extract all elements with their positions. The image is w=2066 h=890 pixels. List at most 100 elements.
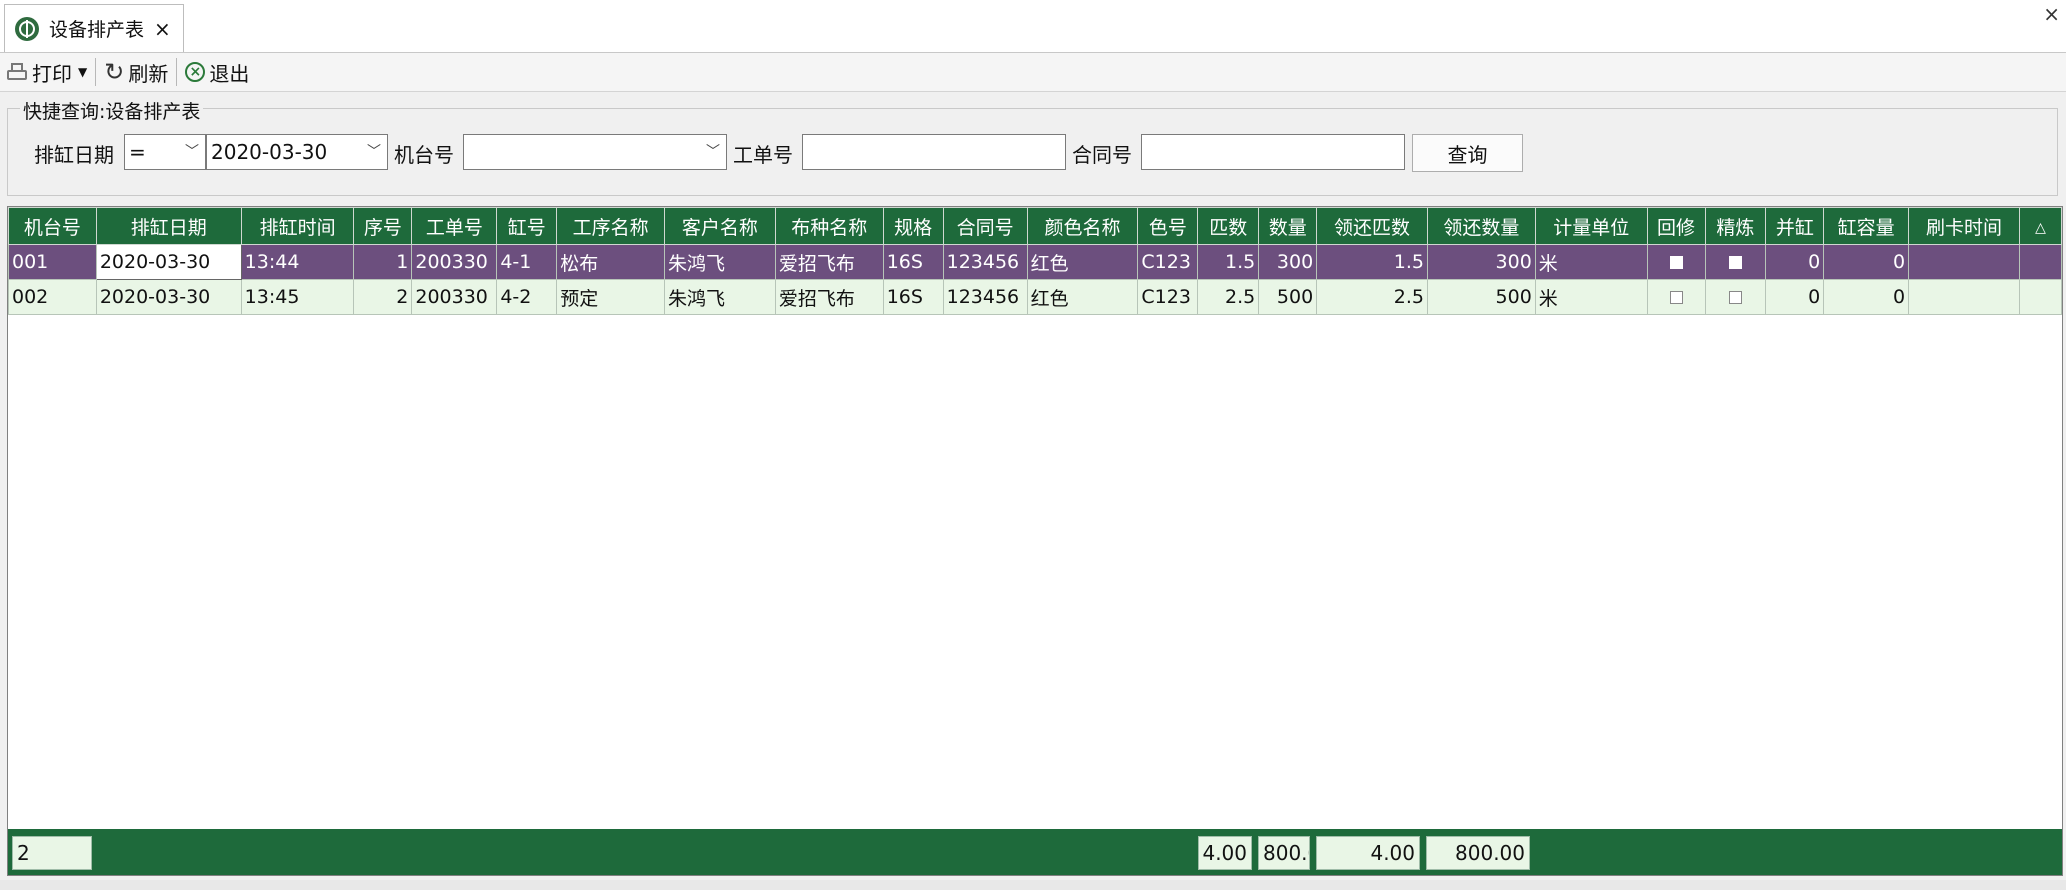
summary-ret-qty: 800.00 — [1426, 836, 1530, 870]
column-header[interactable]: 精炼 — [1704, 207, 1767, 245]
cell-card-time[interactable] — [1908, 279, 2020, 315]
column-header[interactable]: 工序名称 — [556, 207, 666, 245]
search-button[interactable]: 查询 — [1412, 134, 1523, 172]
cell-vat-no[interactable]: 4-1 — [496, 244, 558, 280]
column-header[interactable]: 刷卡时间 — [1908, 207, 2020, 245]
column-chooser-header[interactable]: △ — [2018, 207, 2062, 245]
cell-customer[interactable]: 朱鸿飞 — [664, 279, 776, 315]
column-header[interactable]: 匹数 — [1197, 207, 1260, 245]
grid-header-row: 机台号 排缸日期 排缸时间 序号 工单号 缸号 工序名称 客户名称 布种名称 规… — [8, 207, 2062, 245]
work-order-input[interactable] — [802, 134, 1066, 170]
cell-unit[interactable]: 米 — [1534, 244, 1648, 280]
cell-contract[interactable]: 123456 — [942, 279, 1028, 315]
cell-pieces[interactable]: 1.5 — [1197, 244, 1260, 280]
cell-schedule-date[interactable]: 2020-03-30 — [95, 244, 242, 280]
cell-color-name[interactable]: 红色 — [1026, 279, 1139, 315]
column-header[interactable]: 客户名称 — [664, 207, 776, 245]
column-header[interactable]: 并缸 — [1765, 207, 1825, 245]
cell-qty[interactable]: 300 — [1258, 244, 1318, 280]
cell-capacity[interactable]: 0 — [1823, 279, 1910, 315]
cell-machine-no[interactable]: 002 — [8, 279, 97, 315]
tab-strip: 设备排产表 × × — [0, 0, 2066, 53]
cell-contract[interactable]: 123456 — [942, 244, 1028, 280]
cell-seq[interactable]: 2 — [353, 279, 413, 315]
cell-customer[interactable]: 朱鸿飞 — [664, 244, 776, 280]
cell-schedule-date[interactable]: 2020-03-30 — [95, 279, 242, 315]
column-header[interactable]: 计量单位 — [1534, 207, 1648, 245]
cell-repair[interactable] — [1646, 279, 1706, 315]
table-row[interactable]: 001 2020-03-30 13:44 1 200330 4-1 松布 朱鸿飞… — [8, 244, 2062, 280]
column-header[interactable]: 排缸日期 — [95, 207, 242, 245]
chevron-down-icon: ﹀ — [706, 144, 720, 160]
date-operator-select[interactable]: = ﹀ — [124, 134, 206, 170]
schedule-date-value: 2020-03-30 — [211, 140, 328, 164]
schedule-grid: 机台号 排缸日期 排缸时间 序号 工单号 缸号 工序名称 客户名称 布种名称 规… — [7, 206, 2063, 876]
cell-ret-pieces[interactable]: 2.5 — [1316, 279, 1428, 315]
exit-label: 退出 — [209, 61, 250, 86]
window-close-icon[interactable]: × — [2043, 2, 2060, 26]
table-row[interactable]: 002 2020-03-30 13:45 2 200330 4-2 预定 朱鸿飞… — [8, 279, 2062, 315]
column-header[interactable]: 缸容量 — [1823, 207, 1910, 245]
column-header[interactable]: 领还匹数 — [1316, 207, 1428, 245]
cell-ret-qty[interactable]: 300 — [1426, 244, 1536, 280]
cell-color-code[interactable]: C123 — [1137, 244, 1199, 280]
cell-spec[interactable]: 16S — [882, 279, 944, 315]
column-header[interactable]: 排缸时间 — [240, 207, 355, 245]
cell-seq[interactable]: 1 — [353, 244, 413, 280]
column-header[interactable]: 缸号 — [496, 207, 558, 245]
cell-work-order[interactable]: 200330 — [411, 244, 498, 280]
cell-ret-qty[interactable]: 500 — [1426, 279, 1536, 315]
column-header[interactable]: 颜色名称 — [1026, 207, 1139, 245]
cell-machine-no[interactable]: 001 — [8, 244, 97, 280]
cell-spec[interactable]: 16S — [882, 244, 944, 280]
refine-checkbox[interactable] — [1728, 256, 1742, 269]
column-header[interactable]: 布种名称 — [774, 207, 884, 245]
refresh-button[interactable]: ↻ 刷新 — [98, 55, 174, 89]
column-header[interactable]: 工单号 — [411, 207, 498, 245]
cell-capacity[interactable]: 0 — [1823, 244, 1910, 280]
cell-ret-pieces[interactable]: 1.5 — [1316, 244, 1428, 280]
cell-fabric[interactable]: 爱招飞布 — [774, 244, 884, 280]
cell-merge[interactable]: 0 — [1765, 244, 1825, 280]
column-header[interactable]: 规格 — [882, 207, 944, 245]
cell-schedule-time[interactable]: 13:45 — [240, 279, 355, 315]
cell-card-time[interactable] — [1908, 244, 2020, 280]
schedule-date-picker[interactable]: 2020-03-30 ﹀ — [206, 134, 388, 170]
exit-button[interactable]: × 退出 — [179, 55, 255, 89]
cell-merge[interactable]: 0 — [1765, 279, 1825, 315]
chevron-down-icon[interactable]: ▼ — [78, 65, 87, 79]
cell-qty[interactable]: 500 — [1258, 279, 1318, 315]
cell-repair[interactable] — [1646, 244, 1706, 280]
cell-schedule-time[interactable]: 13:44 — [240, 244, 355, 280]
cell-color-code[interactable]: C123 — [1137, 279, 1199, 315]
cell-vat-no[interactable]: 4-2 — [496, 279, 558, 315]
column-header[interactable]: 序号 — [353, 207, 413, 245]
contract-no-label: 合同号 — [1072, 143, 1132, 167]
cell-work-order[interactable]: 200330 — [411, 279, 498, 315]
contract-no-input[interactable] — [1141, 134, 1405, 170]
summary-pieces: 4.00 — [1198, 836, 1252, 870]
repair-checkbox[interactable] — [1669, 256, 1683, 269]
print-button[interactable]: 打印 ▼ — [0, 55, 93, 89]
column-header[interactable]: 色号 — [1137, 207, 1199, 245]
cell-fabric[interactable]: 爱招飞布 — [774, 279, 884, 315]
column-header[interactable]: 回修 — [1646, 207, 1706, 245]
cell-unit[interactable]: 米 — [1534, 279, 1648, 315]
cell-refine[interactable] — [1704, 244, 1767, 280]
repair-checkbox[interactable] — [1669, 291, 1683, 304]
cell-process-name[interactable]: 预定 — [556, 279, 666, 315]
summary-row-count: 2 — [12, 836, 92, 870]
tab-close-icon[interactable]: × — [154, 17, 171, 41]
column-header[interactable]: 机台号 — [8, 207, 97, 245]
cell-pieces[interactable]: 2.5 — [1197, 279, 1260, 315]
refine-checkbox[interactable] — [1728, 291, 1742, 304]
machine-no-select[interactable]: ﹀ — [463, 134, 727, 170]
cell-refine[interactable] — [1704, 279, 1767, 315]
column-header[interactable]: 领还数量 — [1426, 207, 1536, 245]
column-header[interactable]: 数量 — [1258, 207, 1318, 245]
tab-equipment-schedule[interactable]: 设备排产表 × — [4, 4, 184, 52]
cell-color-name[interactable]: 红色 — [1026, 244, 1139, 280]
sort-icon[interactable]: △ — [2035, 220, 2046, 236]
cell-process-name[interactable]: 松布 — [556, 244, 666, 280]
column-header[interactable]: 合同号 — [942, 207, 1028, 245]
